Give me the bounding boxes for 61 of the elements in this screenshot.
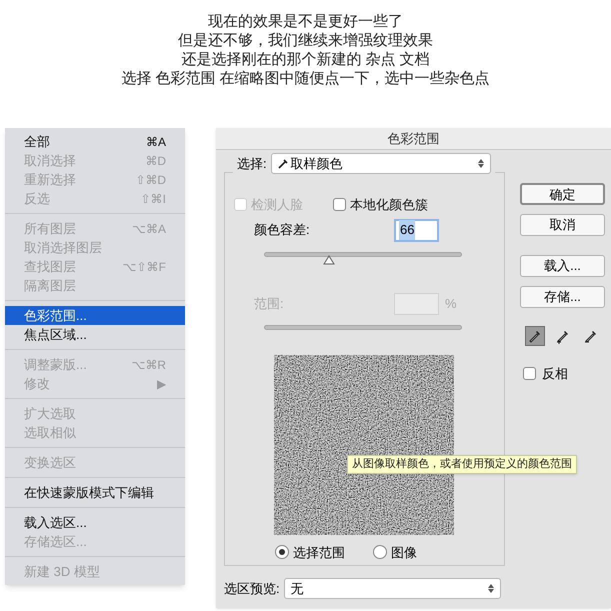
- shortcut-label: ▶: [157, 376, 166, 392]
- menu-item[interactable]: 取消选择 ⌘D: [5, 151, 185, 170]
- slider-thumb[interactable]: [323, 254, 336, 264]
- menu-item[interactable]: 调整蒙版... ⌥⌘R: [5, 355, 185, 374]
- dialog-button[interactable]: 确定: [520, 183, 605, 205]
- checkbox[interactable]: [333, 198, 346, 212]
- sample-dropdown[interactable]: 取样颜色: [270, 153, 491, 174]
- eyedropper-icon: [278, 158, 288, 168]
- select-label: 选择:: [237, 154, 267, 173]
- dialog-button[interactable]: 载入...: [520, 255, 605, 277]
- checkbox-label: 本地化颜色簇: [350, 196, 428, 214]
- checkbox[interactable]: [523, 367, 536, 380]
- menu-item[interactable]: 新建 3D 模型: [5, 562, 185, 581]
- menu-item[interactable]: 变换选区: [5, 453, 185, 472]
- menu-item[interactable]: 反选 ⇧⌘I: [5, 189, 185, 208]
- menu-item[interactable]: 色彩范围...: [5, 306, 185, 325]
- unit-label: %: [445, 294, 457, 313]
- menu-item[interactable]: 在快速蒙版模式下编辑: [5, 483, 185, 502]
- shortcut-label: ⌥⌘A: [132, 220, 166, 238]
- stepper-arrows-icon: [488, 584, 494, 593]
- caption-line: 还是选择刚在的那个新建的 杂点 文档: [181, 50, 430, 69]
- tolerance-label: 颜色容差:: [254, 221, 310, 240]
- range-field: [394, 292, 439, 314]
- menu-item[interactable]: 焦点区域...: [5, 325, 185, 344]
- tolerance-field[interactable]: 66: [394, 218, 439, 242]
- menu-item[interactable]: 选取相似: [5, 423, 185, 442]
- radio-label: 图像: [391, 544, 417, 562]
- tooltip: 从图像取样颜色，或者使用预定义的颜色范围: [347, 455, 577, 474]
- dialog-title: 色彩范围: [216, 128, 611, 150]
- checkbox-label: 检测人脸: [251, 196, 303, 214]
- menu-item[interactable]: 隔离图层: [5, 276, 185, 295]
- preview-dropdown[interactable]: 无: [284, 578, 501, 599]
- dialog-button[interactable]: 存储...: [520, 286, 605, 308]
- menu-item[interactable]: 重新选择 ⇧⌘D: [5, 170, 185, 189]
- range-label: 范围:: [254, 294, 285, 313]
- menu-item[interactable]: 查找图层 ⌥⇧⌘F: [5, 257, 185, 276]
- radio-button[interactable]: [275, 545, 289, 560]
- slider[interactable]: [264, 252, 462, 266]
- shortcut-label: ⇧⌘I: [140, 190, 166, 208]
- radio-label: 选择范围: [293, 544, 345, 562]
- shortcut-label: ⌘D: [145, 152, 166, 170]
- caption-line: 但是还不够，我们继续来增强纹理效果: [178, 31, 433, 50]
- menu-item[interactable]: 取消选择图层: [5, 238, 185, 257]
- caption-line: 现在的效果是不是更好一些了: [208, 12, 403, 31]
- stepper-arrows-icon: [478, 159, 484, 168]
- menu-item[interactable]: 所有图层 ⌥⌘A: [5, 219, 185, 238]
- preview-label: 选区预览:: [224, 580, 280, 598]
- shortcut-label: ⇧⌘D: [135, 172, 166, 188]
- dialog-button[interactable]: 取消: [520, 214, 605, 236]
- caption-line: 选择 色彩范围 在缩略图中随便点一下，选中一些杂色点: [121, 69, 490, 88]
- menu-item[interactable]: 全部 ⌘A: [5, 132, 185, 151]
- menu-item[interactable]: 存储选区...: [5, 532, 185, 551]
- checkbox-label: 反相: [542, 365, 568, 383]
- menu-item[interactable]: 扩大选取: [5, 404, 185, 423]
- menu-item[interactable]: 修改 ▶: [5, 374, 185, 393]
- radio-button[interactable]: [373, 545, 387, 560]
- menu-item[interactable]: 载入选区...: [5, 513, 185, 532]
- shortcut-label: ⌥⌘R: [131, 356, 166, 374]
- shortcut-label: ⌘A: [146, 134, 166, 150]
- shortcut-label: ⌥⇧⌘F: [122, 258, 166, 276]
- eyedropper-tool[interactable]: [525, 326, 545, 346]
